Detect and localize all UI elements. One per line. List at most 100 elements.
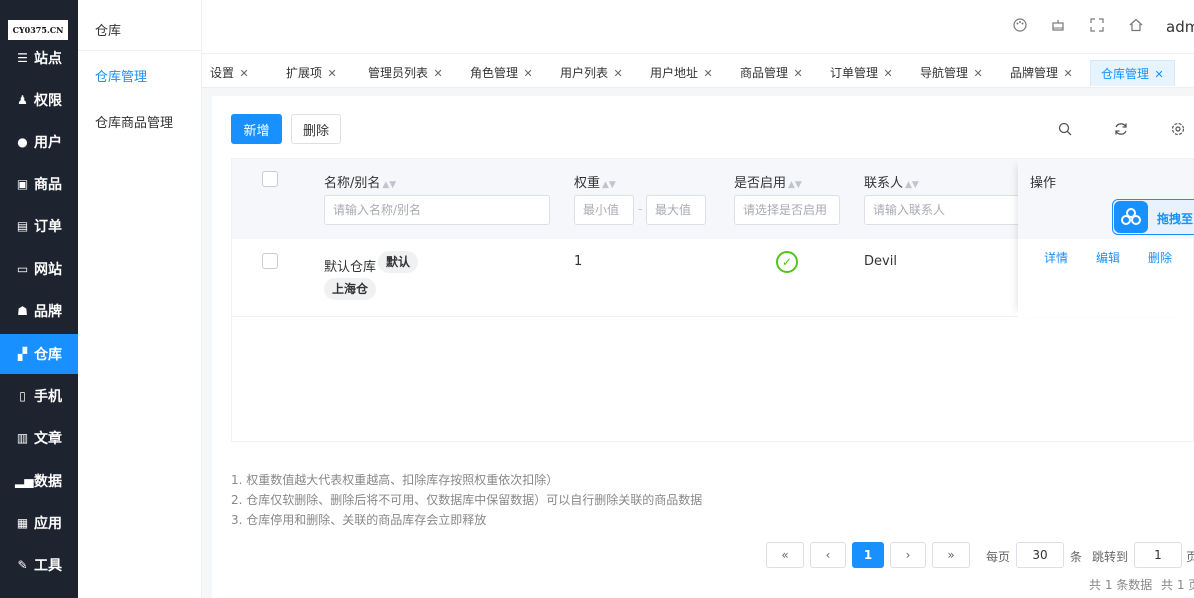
weight-max-input[interactable]: 最大值: [646, 195, 706, 225]
close-icon[interactable]: ✕: [610, 67, 623, 80]
cloud-icon: [1114, 201, 1148, 233]
next-page-button[interactable]: ›: [890, 542, 926, 568]
sidebar-item-permission[interactable]: ♟ 权限: [0, 80, 78, 120]
document-icon: ▥: [16, 431, 29, 445]
column-header-enabled[interactable]: 是否启用 ▲▼: [734, 172, 802, 191]
submenu-item-warehouse-management[interactable]: 仓库管理: [95, 66, 147, 85]
drag-float-button[interactable]: 拖拽至: [1112, 199, 1194, 235]
column-header-name[interactable]: 名称/别名 ▲▼: [324, 172, 396, 191]
sidebar-item-label: 数据: [34, 474, 62, 490]
sidebar-item-label: 权限: [34, 93, 62, 109]
sort-icon[interactable]: ▲▼: [382, 180, 396, 190]
close-icon[interactable]: ✕: [700, 67, 713, 80]
close-icon[interactable]: ✕: [790, 67, 803, 80]
sidebar-item-order[interactable]: ▤ 订单: [0, 206, 78, 246]
top-header: adm: [202, 0, 1194, 54]
detail-link[interactable]: 详情: [1044, 249, 1068, 266]
sidebar-item-website[interactable]: ▭ 网站: [0, 249, 78, 289]
settings-icon[interactable]: [1170, 122, 1186, 138]
enabled-filter-select[interactable]: 请选择是否启用: [734, 195, 840, 225]
close-icon[interactable]: ✕: [970, 67, 983, 80]
sidebar-item-phone[interactable]: ▯ 手机: [0, 376, 78, 416]
column-header-weight[interactable]: 权重 ▲▼: [574, 172, 616, 191]
search-icon[interactable]: [1057, 122, 1073, 138]
tab-admin-list[interactable]: 管理员列表 ✕: [368, 60, 443, 86]
tab-role-management[interactable]: 角色管理 ✕: [470, 60, 533, 86]
sidebar-item-tools[interactable]: ✎ 工具: [0, 545, 78, 585]
total-pages-text: 共 1 页: [1161, 578, 1194, 592]
tab-nav-management[interactable]: 导航管理 ✕: [920, 60, 983, 86]
robot-icon[interactable]: [1050, 18, 1066, 34]
sidebar-item-brand[interactable]: ☗ 品牌: [0, 291, 78, 331]
tab-order-management[interactable]: 订单管理 ✕: [830, 60, 893, 86]
sidebar-item-goods[interactable]: ▣ 商品: [0, 164, 78, 204]
delete-button[interactable]: 删除: [291, 114, 341, 144]
name-filter-input[interactable]: 请输入名称/别名: [324, 195, 550, 225]
last-page-button[interactable]: »: [932, 542, 970, 568]
edit-link[interactable]: 编辑: [1096, 249, 1120, 266]
prev-page-button[interactable]: ‹: [810, 542, 846, 568]
horizontal-scrollbar[interactable]: [232, 441, 1194, 442]
home-icon[interactable]: [1128, 18, 1144, 34]
main-sidebar: CY0375.CN ☰ 站点 ♟ 权限 ● 用户 ▣ 商品 ▤ 订单 ▭ 网站 ☗ 品牌 ▞ 仓…: [0, 0, 78, 598]
note-item: 2. 仓库仅软删除、删除后将不可用、仅数据库中保留数据）可以自行删除关联的商品数…: [231, 493, 703, 507]
total-records-text: 共 1 条数据: [1089, 578, 1153, 592]
tab-user-list[interactable]: 用户列表 ✕: [560, 60, 623, 86]
tab-goods-management[interactable]: 商品管理 ✕: [740, 60, 803, 86]
delete-link[interactable]: 删除: [1148, 249, 1172, 266]
sidebar-item-apps[interactable]: ▦ 应用: [0, 503, 78, 543]
per-page-unit: 条: [1070, 550, 1083, 564]
sidebar-item-site[interactable]: ☰ 站点: [0, 38, 78, 78]
goto-label: 跳转到: [1092, 550, 1129, 564]
sidebar-item-label: 工具: [34, 558, 62, 574]
tab-user-address[interactable]: 用户地址 ✕: [650, 60, 713, 86]
close-icon[interactable]: ✕: [1151, 68, 1164, 81]
close-icon[interactable]: ✕: [880, 67, 893, 80]
sidebar-item-user[interactable]: ● 用户: [0, 122, 78, 162]
bar-chart-icon: ▂▅: [15, 474, 34, 488]
phone-icon: ▯: [19, 389, 26, 403]
close-icon[interactable]: ✕: [430, 67, 443, 80]
goto-page-input[interactable]: 1: [1134, 542, 1182, 568]
user-name[interactable]: adm: [1166, 18, 1194, 36]
enabled-check-icon: ✓: [776, 251, 798, 273]
tab-extensions[interactable]: 扩展项 ✕: [286, 60, 337, 86]
sidebar-item-warehouse[interactable]: ▞ 仓库: [0, 334, 78, 374]
sort-icon[interactable]: ▲▼: [602, 180, 616, 190]
per-page-input[interactable]: 30: [1016, 542, 1064, 568]
scrollbar-thumb[interactable]: [232, 441, 596, 442]
contact-filter-input[interactable]: 请输入联系人: [864, 195, 1024, 225]
sidebar-item-article[interactable]: ▥ 文章: [0, 418, 78, 458]
sidebar-item-data[interactable]: ▂▅ 数据: [0, 461, 78, 501]
tab-brand-management[interactable]: 品牌管理 ✕: [1010, 60, 1073, 86]
close-icon[interactable]: ✕: [324, 67, 337, 80]
close-icon[interactable]: ✕: [1060, 67, 1073, 80]
sidebar-item-label: 仓库: [34, 347, 62, 363]
actions-column: 操作 详情 编辑 删除: [1018, 159, 1193, 317]
column-header-actions: 操作: [1030, 176, 1057, 191]
sidebar-item-label: 用户: [34, 135, 62, 151]
sidebar-item-label: 文章: [34, 431, 62, 447]
page-1-button[interactable]: 1: [852, 542, 884, 568]
sort-icon[interactable]: ▲▼: [788, 180, 802, 190]
palette-icon[interactable]: [1012, 18, 1028, 34]
weight-min-input[interactable]: 最小值: [574, 195, 634, 225]
select-all-checkbox[interactable]: [262, 171, 278, 187]
tab-site-settings[interactable]: 设置 ✕: [210, 60, 249, 86]
row-checkbox[interactable]: [262, 253, 278, 269]
submenu-item-warehouse-goods[interactable]: 仓库商品管理: [95, 112, 173, 131]
alias-tag: 上海仓: [324, 278, 377, 300]
wrench-icon: ✎: [17, 558, 28, 572]
notes-list: 1. 权重数值越大代表权重越高、扣除库存按照权重依次扣除） 2. 仓库仅软删除、…: [231, 470, 702, 530]
close-icon[interactable]: ✕: [520, 67, 533, 80]
sort-icon[interactable]: ▲▼: [905, 180, 919, 190]
first-page-button[interactable]: «: [766, 542, 804, 568]
brand-logo[interactable]: CY0375.CN: [8, 20, 68, 40]
add-button[interactable]: 新增: [231, 114, 282, 144]
refresh-icon[interactable]: [1113, 122, 1129, 138]
sub-sidebar: 仓库 仓库管理 仓库商品管理: [78, 0, 202, 598]
close-icon[interactable]: ✕: [236, 67, 249, 80]
fullscreen-icon[interactable]: [1089, 18, 1105, 34]
column-header-contact[interactable]: 联系人 ▲▼: [864, 172, 919, 191]
tab-warehouse-management[interactable]: 仓库管理 ✕: [1090, 60, 1175, 86]
